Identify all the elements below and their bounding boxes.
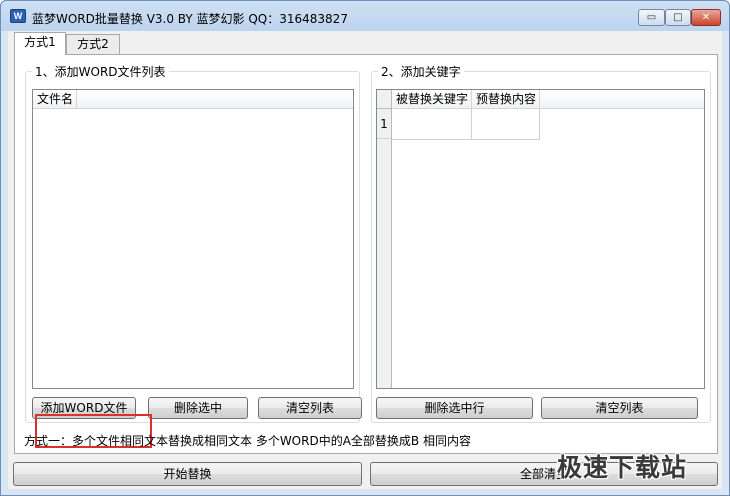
maximize-button[interactable]: □ xyxy=(665,9,691,26)
delete-selected-button[interactable]: 删除选中 xyxy=(148,397,248,419)
file-list-header: 文件名 xyxy=(33,90,353,109)
watermark-logo: 极速下载站 xyxy=(557,453,688,482)
delete-selected-row-button[interactable]: 删除选中行 xyxy=(376,397,533,419)
keyword-grid[interactable]: 被替换关键字 预替换内容 1 xyxy=(376,89,705,389)
word-app-icon: W xyxy=(10,9,26,23)
replacement-cell[interactable] xyxy=(472,109,540,140)
keyword-grid-header: 被替换关键字 预替换内容 xyxy=(377,90,704,109)
file-list-group: 1、添加WORD文件列表 文件名 添加WORD文件 删除选中 清空列表 xyxy=(25,63,362,423)
clear-file-list-button[interactable]: 清空列表 xyxy=(258,397,362,419)
title-bar: W 蓝梦WORD批量替换 V3.0 BY 蓝梦幻影 QQ：316483827 ▭… xyxy=(1,1,729,31)
keyword-group-title: 2、添加关键字 xyxy=(378,63,464,80)
row-header-column xyxy=(377,109,392,388)
close-button[interactable]: ✕ xyxy=(691,9,721,26)
app-window: W 蓝梦WORD批量替换 V3.0 BY 蓝梦幻影 QQ：316483827 ▭… xyxy=(0,0,730,496)
column-header-replaced-keyword[interactable]: 被替换关键字 xyxy=(392,90,472,109)
mode-hint-text: 方式一：多个文件相同文本替换成相同文本 多个WORD中的A全部替换成B 相同内容 xyxy=(24,434,471,448)
grid-corner xyxy=(377,90,392,109)
keyword-group: 2、添加关键字 被替换关键字 预替换内容 1 删除选中行 清空列表 xyxy=(371,63,711,423)
window-title: 蓝梦WORD批量替换 V3.0 BY 蓝梦幻影 QQ：316483827 xyxy=(32,12,348,26)
column-header-filename[interactable]: 文件名 xyxy=(33,90,77,109)
column-header-replacement-content[interactable]: 预替换内容 xyxy=(472,90,540,109)
keyword-cell[interactable] xyxy=(392,109,472,140)
add-word-file-button[interactable]: 添加WORD文件 xyxy=(32,397,136,419)
row-number[interactable]: 1 xyxy=(377,109,392,139)
client-area: 方式1 方式2 1、添加WORD文件列表 文件名 添加WORD文件 删除选中 清… xyxy=(8,31,722,489)
tab-mode-1[interactable]: 方式1 xyxy=(14,32,66,55)
minimize-button[interactable]: ▭ xyxy=(638,9,665,26)
tab-panel-mode-1: 1、添加WORD文件列表 文件名 添加WORD文件 删除选中 清空列表 2、添加… xyxy=(14,54,718,454)
file-group-title: 1、添加WORD文件列表 xyxy=(32,63,169,80)
start-replace-button[interactable]: 开始替换 xyxy=(13,462,362,486)
tab-mode-2[interactable]: 方式2 xyxy=(66,34,120,55)
file-list[interactable]: 文件名 xyxy=(32,89,354,389)
clear-keyword-list-button[interactable]: 清空列表 xyxy=(541,397,698,419)
